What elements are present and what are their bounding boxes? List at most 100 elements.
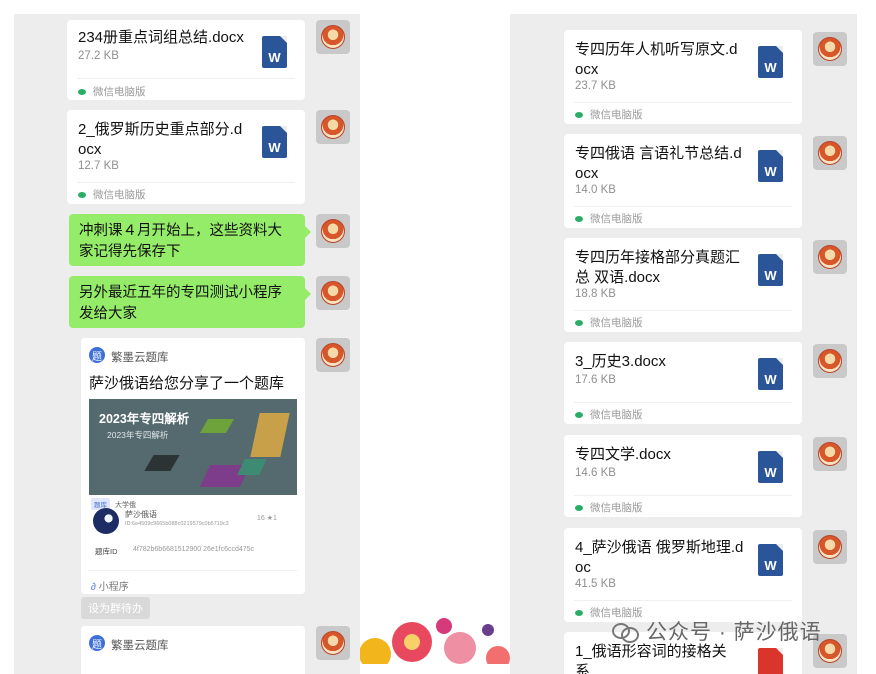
avatar-image-icon xyxy=(818,245,842,269)
watermark-text: 公众号 · 萨沙俄语 xyxy=(646,621,822,644)
author-name: 萨沙俄语 xyxy=(125,510,157,519)
watermark: 公众号 · 萨沙俄语 xyxy=(612,616,822,646)
avatar-image-icon xyxy=(321,343,345,367)
file-source-label: 微信电脑版 xyxy=(93,189,146,201)
card-divider xyxy=(574,206,792,207)
question-bank-logo-icon: 题 xyxy=(89,635,105,651)
user-avatar[interactable] xyxy=(316,276,350,310)
avatar-image-icon xyxy=(321,115,345,139)
file-source: 微信电脑版 xyxy=(575,211,643,226)
avatar-image-icon xyxy=(818,37,842,61)
card-divider xyxy=(574,402,792,403)
card-divider xyxy=(574,102,792,103)
file-size: 18.8 KB xyxy=(575,288,616,300)
avatar-image-icon xyxy=(321,281,345,305)
card-divider xyxy=(77,78,295,79)
file-message-card[interactable]: 专四历年人机听写原文.docx 23.7 KB W 微信电脑版 xyxy=(564,30,802,124)
file-name: 3_历史3.docx xyxy=(575,353,666,370)
decor-shape xyxy=(250,413,290,457)
file-source: 微信电脑版 xyxy=(78,84,146,99)
thumbnail-title: 2023年专四解析 xyxy=(99,412,190,426)
card-divider xyxy=(574,600,792,601)
wechat-icon xyxy=(575,504,583,511)
file-source: 微信电脑版 xyxy=(575,500,643,515)
user-avatar[interactable] xyxy=(316,110,350,144)
file-source-label: 微信电脑版 xyxy=(590,502,643,514)
file-message-card[interactable]: 3_历史3.docx 17.6 KB W 微信电脑版 xyxy=(564,342,802,424)
mini-program-title: 萨沙俄语给您分享了一个题库 xyxy=(89,375,285,392)
user-avatar[interactable] xyxy=(316,214,350,248)
file-name: 专四文学.docx xyxy=(575,446,671,463)
wechat-icon xyxy=(575,111,583,118)
bank-id-label: 题库ID xyxy=(95,547,118,556)
word-document-icon: W xyxy=(758,451,783,483)
user-avatar[interactable] xyxy=(813,530,847,564)
file-message-card[interactable]: 专四历年接格部分真题汇总 双语.docx 18.8 KB W 微信电脑版 xyxy=(564,238,802,332)
user-avatar[interactable] xyxy=(316,20,350,54)
user-avatar[interactable] xyxy=(316,626,350,660)
file-size: 14.6 KB xyxy=(575,467,616,479)
thumbnail-subtitle: 2023年专四解析 xyxy=(107,430,169,440)
user-avatar[interactable] xyxy=(813,344,847,378)
user-avatar[interactable] xyxy=(813,32,847,66)
set-group-todo-button[interactable]: 设为群待办 xyxy=(81,597,150,619)
wechat-icon xyxy=(575,215,583,222)
decor-shape xyxy=(237,459,267,475)
decor-shape xyxy=(144,455,180,471)
mini-program-footer-label: 小程序 xyxy=(98,582,129,593)
file-source-label: 微信电脑版 xyxy=(590,109,643,121)
file-source: 微信电脑版 xyxy=(78,187,146,202)
avatar-image-icon xyxy=(321,219,345,243)
card-divider xyxy=(574,495,792,496)
file-message-card[interactable]: 2_俄罗斯历史重点部分.docx 12.7 KB W 微信电脑版 xyxy=(67,110,305,204)
mini-program-link-icon: ∂ xyxy=(91,582,96,593)
file-message-card[interactable]: 专四文学.docx 14.6 KB W 微信电脑版 xyxy=(564,435,802,517)
wechat-icon xyxy=(78,191,86,198)
user-avatar[interactable] xyxy=(813,437,847,471)
word-document-icon: W xyxy=(758,358,783,390)
file-message-card[interactable]: 234册重点词组总结.docx 27.2 KB W 微信电脑版 xyxy=(67,20,305,100)
user-avatar[interactable] xyxy=(316,338,350,372)
file-source-label: 微信电脑版 xyxy=(590,409,643,421)
user-avatar[interactable] xyxy=(813,136,847,170)
bank-id: 4f782b6b6681512900 26e1fc6ccd475c xyxy=(133,546,255,553)
word-document-icon: W xyxy=(758,150,783,182)
file-size: 23.7 KB xyxy=(575,80,616,92)
avatar-image-icon xyxy=(818,141,842,165)
word-document-icon: W xyxy=(758,254,783,286)
wechat-icon xyxy=(575,319,583,326)
wechat-icon xyxy=(575,411,583,418)
mini-program-brand: 繁墨云题库 xyxy=(111,640,169,652)
word-document-icon: W xyxy=(758,544,783,576)
wechat-icon xyxy=(78,88,86,95)
pdf-document-icon xyxy=(758,648,783,674)
file-message-card[interactable]: 专四俄语 言语礼节总结.docx 14.0 KB W 微信电脑版 xyxy=(564,134,802,228)
avatar-image-icon xyxy=(818,349,842,373)
word-document-icon: W xyxy=(758,46,783,78)
file-name: 234册重点词组总结.docx xyxy=(78,29,244,46)
mini-program-footer: ∂ 小程序 xyxy=(91,578,129,593)
card-divider xyxy=(89,570,297,571)
word-document-icon: W xyxy=(262,36,287,68)
user-avatar[interactable] xyxy=(813,240,847,274)
file-source-label: 微信电脑版 xyxy=(590,213,643,225)
file-source-label: 微信电脑版 xyxy=(590,317,643,329)
decorative-flowers-icon xyxy=(360,618,510,664)
mini-program-card[interactable]: 题 繁墨云题库 萨沙俄语给您分享了一个题库 2023年专四解析 2023年专四解… xyxy=(81,338,305,594)
wechat-official-account-icon xyxy=(612,621,639,643)
right-chat-panel: 专四历年人机听写原文.docx 23.7 KB W 微信电脑版 专四俄语 言语礼… xyxy=(510,14,857,674)
mini-program-card[interactable]: 题 繁墨云题库 xyxy=(81,626,305,674)
text-message[interactable]: 另外最近五年的专四测试小程序发给大家 xyxy=(69,276,311,328)
file-name: 专四历年接格部分真题汇总 双语.docx xyxy=(575,249,741,286)
file-size: 12.7 KB xyxy=(78,160,119,172)
file-source-label: 微信电脑版 xyxy=(93,86,146,98)
card-divider xyxy=(574,310,792,311)
file-message-card[interactable]: 4_萨沙俄语 俄罗斯地理.doc 41.5 KB W 微信电脑版 xyxy=(564,528,802,622)
wechat-icon xyxy=(575,609,583,616)
file-size: 27.2 KB xyxy=(78,50,119,62)
question-bank-logo-icon: 题 xyxy=(89,347,105,363)
avatar-image-icon xyxy=(818,442,842,466)
file-source: 微信电脑版 xyxy=(575,407,643,422)
text-message[interactable]: 冲刺课４月开始上，这些资料大家记得先保存下 xyxy=(69,214,311,266)
author-id: ID:6e4509c9665b088c0219579c0b5719c3 xyxy=(125,521,229,527)
